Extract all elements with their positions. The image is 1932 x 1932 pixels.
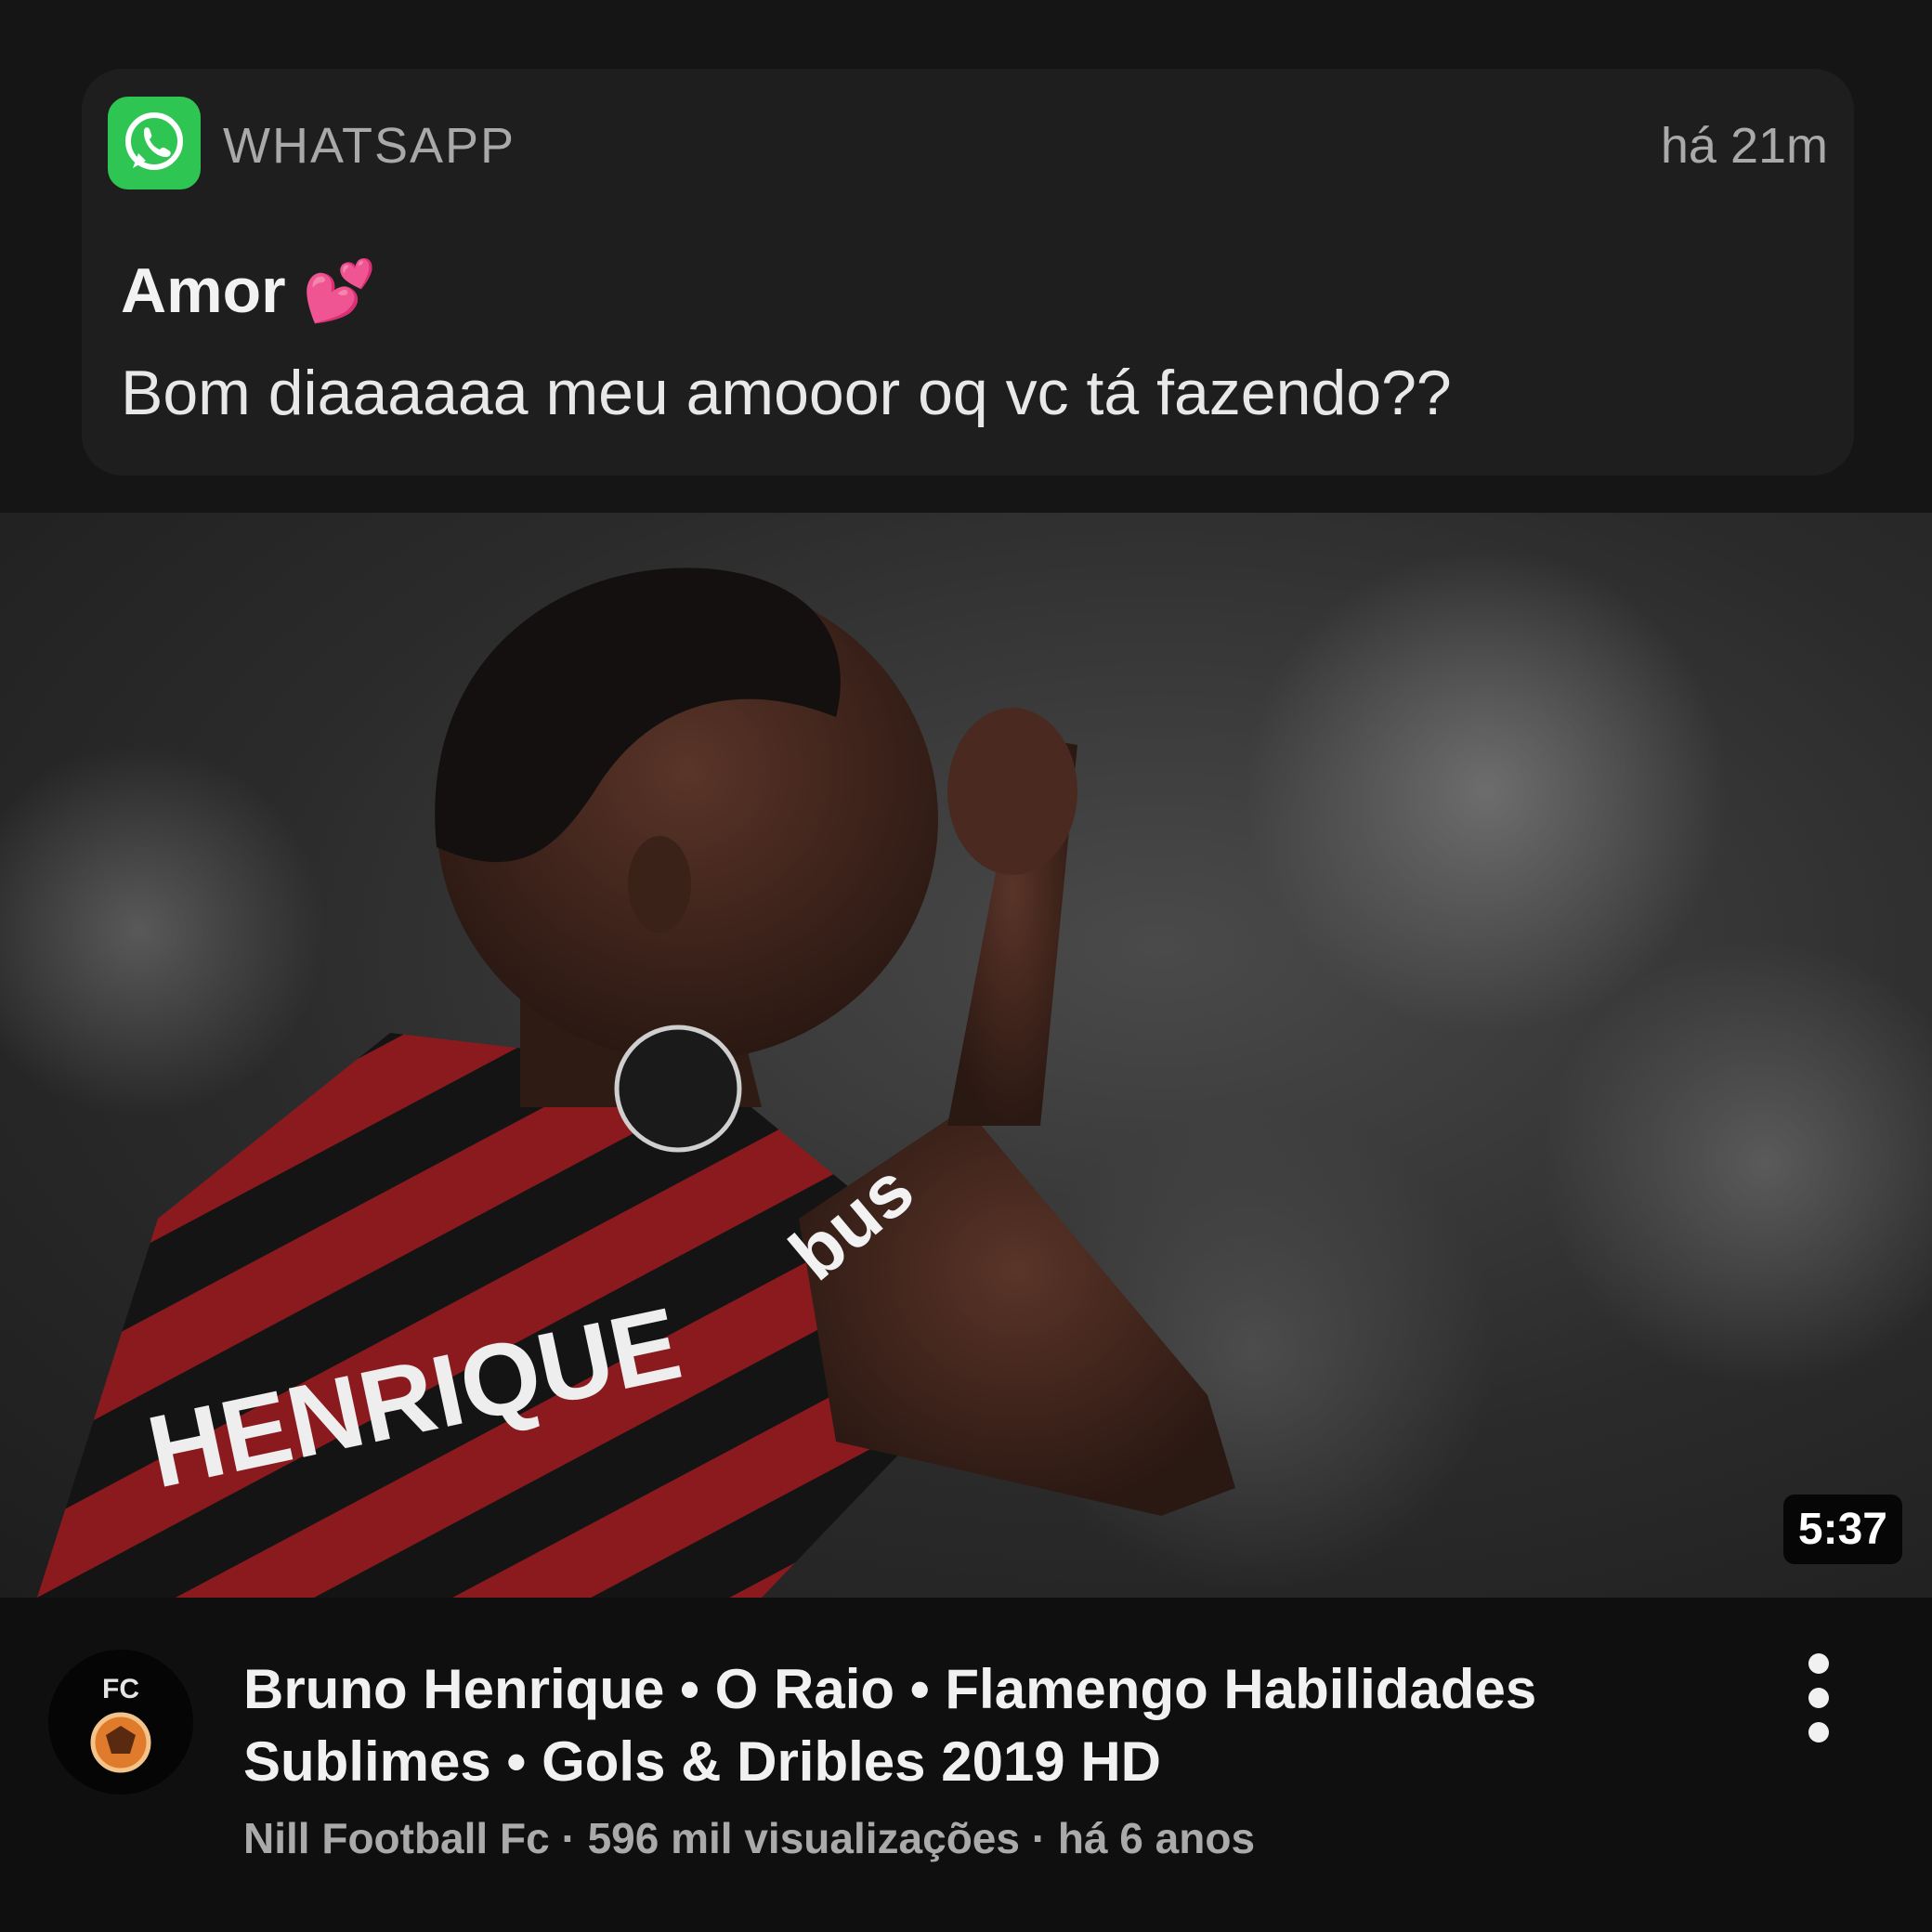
player-photo: HENRIQUE bus — [37, 568, 1235, 1598]
video-title[interactable]: Bruno Henrique • O Raio • Flamengo Habil… — [243, 1653, 1730, 1798]
avatar-text: FC — [102, 1674, 139, 1704]
video-duration-badge: 5:37 — [1782, 1495, 1902, 1564]
whatsapp-notification[interactable]: WHATSAPP há 21m Amor 💕 Bom diaaaaaa meu … — [82, 69, 1854, 476]
view-count: 596 mil visualizações — [587, 1814, 1020, 1862]
upload-age: há 6 anos — [1057, 1814, 1256, 1862]
meta-separator: · — [549, 1814, 588, 1862]
more-options-icon[interactable] — [1791, 1653, 1847, 1743]
video-thumbnail[interactable]: HENRIQUE bus 5:37 — [0, 513, 1932, 1598]
two-hearts-icon: 💕 — [302, 256, 377, 324]
whatsapp-icon — [108, 97, 201, 189]
notification-app-name: WHATSAPP — [223, 118, 516, 174]
notification-message: Bom diaaaaaa meu amooor oq vc tá fazendo… — [121, 358, 1452, 428]
channel-avatar[interactable]: FC — [48, 1650, 193, 1795]
notification-sender: Amor 💕 — [121, 255, 376, 327]
video-metadata: Nill Football Fc · 596 mil visualizações… — [243, 1813, 1255, 1863]
channel-name[interactable]: Nill Football Fc — [243, 1814, 550, 1862]
notification-time: há 21m — [1660, 118, 1828, 174]
sender-name: Amor — [121, 255, 286, 326]
meta-separator: · — [1019, 1814, 1058, 1862]
